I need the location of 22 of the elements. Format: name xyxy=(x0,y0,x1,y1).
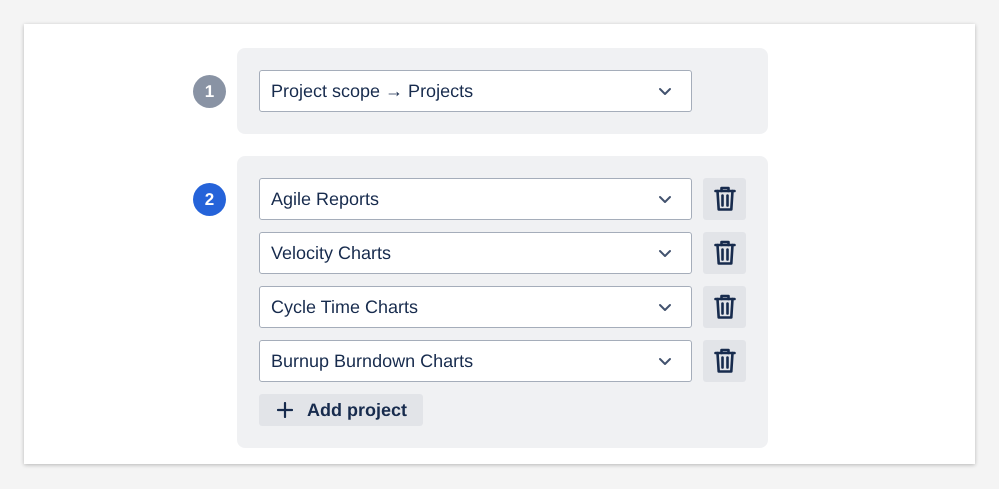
trash-icon xyxy=(714,348,736,374)
delete-button[interactable] xyxy=(703,178,746,220)
project-select[interactable]: Project scope → Projects xyxy=(259,70,692,112)
add-project-button[interactable]: Add project xyxy=(259,394,424,426)
step-number: 1 xyxy=(193,75,226,108)
project-select[interactable]: Burnup Burndown Charts xyxy=(259,340,692,382)
chevron-down-icon xyxy=(658,194,672,204)
chevron-down-icon xyxy=(658,248,672,258)
trash-icon xyxy=(714,294,736,320)
chevron-down-icon xyxy=(658,86,672,96)
chevron-down-icon xyxy=(658,356,672,366)
delete-button[interactable] xyxy=(703,340,746,382)
step-number: 2 xyxy=(193,183,226,216)
trash-icon xyxy=(714,240,736,266)
plus-icon xyxy=(277,402,293,418)
delete-button[interactable] xyxy=(703,286,746,328)
chevron-down-icon xyxy=(658,302,672,312)
trash-icon xyxy=(714,186,736,212)
delete-button[interactable] xyxy=(703,232,746,274)
project-select[interactable]: Agile Reports xyxy=(259,178,692,220)
project-select[interactable]: Velocity Charts xyxy=(259,232,692,274)
project-select[interactable]: Cycle Time Charts xyxy=(259,286,692,328)
